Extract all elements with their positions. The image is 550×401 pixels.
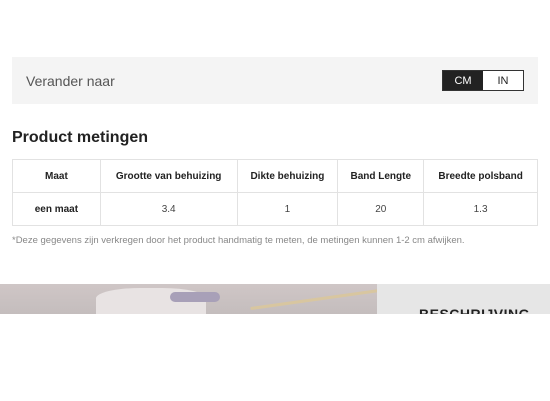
column-header: Dikte behuizing (236, 159, 339, 193)
table-cell-size: een maat (12, 192, 101, 226)
column-header: Grootte van behuizing (99, 159, 238, 193)
measurements-title: Product metingen (12, 129, 149, 146)
table-row: een maat 3.4 1 20 1.3 (12, 192, 538, 226)
photo-detail (250, 288, 380, 311)
column-header: Breedte polsband (423, 159, 538, 193)
description-title: BESCHRIJVING (419, 306, 531, 314)
photo-detail (170, 292, 220, 302)
description-section: BESCHRIJVING (0, 284, 550, 314)
table-header-row: Maat Grootte van behuizing Dikte behuizi… (12, 159, 538, 193)
unit-cm-button[interactable]: CM (443, 71, 483, 90)
measurement-disclaimer: *Deze gegevens zijn verkregen door het p… (12, 235, 465, 246)
unit-selector-label: Verander naar (26, 72, 115, 89)
measurements-table: Maat Grootte van behuizing Dikte behuizi… (12, 159, 538, 226)
column-header: Maat (12, 159, 101, 193)
table-cell: 20 (337, 192, 425, 226)
product-photo (0, 284, 380, 314)
column-header: Band Lengte (337, 159, 425, 193)
table-cell: 1 (236, 192, 339, 226)
unit-in-button[interactable]: IN (483, 71, 523, 90)
description-panel: BESCHRIJVING (377, 284, 550, 314)
table-cell: 1.3 (423, 192, 538, 226)
table-cell: 3.4 (99, 192, 238, 226)
unit-selector-bar: Verander naar CM IN (12, 57, 538, 104)
unit-toggle: CM IN (442, 70, 524, 91)
